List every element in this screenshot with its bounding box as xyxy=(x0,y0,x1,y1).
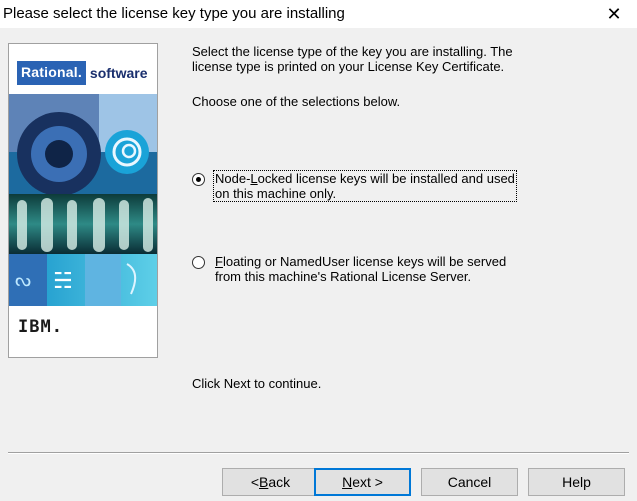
back-label-suffix: ack xyxy=(268,474,291,490)
continue-hint: Click Next to continue. xyxy=(192,376,322,391)
rational-banner: Rational. software ᔓ ☵ IBM. xyxy=(8,43,158,358)
close-icon: ✕ xyxy=(606,3,622,24)
floating-accelerator: F xyxy=(215,254,223,269)
floating-label[interactable]: Floating or NamedUser license keys will … xyxy=(214,254,507,284)
close-button[interactable]: ✕ xyxy=(591,0,637,28)
floating-option[interactable]: Floating or NamedUser license keys will … xyxy=(192,254,507,284)
choose-instruction: Choose one of the selections below. xyxy=(192,94,401,109)
floating-label-part: loating or NamedUser license keys will b… xyxy=(222,254,507,269)
next-button[interactable]: Next > xyxy=(314,468,411,496)
title-bar: Please select the license key type you a… xyxy=(0,0,637,28)
node-locked-accelerator: L xyxy=(250,171,258,186)
rational-software-logo: Rational. software xyxy=(17,61,148,85)
intro-line-2: license type is printed on your License … xyxy=(192,59,505,74)
node-locked-label-line2: on this machine only. xyxy=(215,186,337,201)
floating-label-line2: from this machine's Rational License Ser… xyxy=(215,269,472,284)
intro-line-1: Select the license type of the key you a… xyxy=(192,44,513,59)
footer-separator xyxy=(8,452,629,454)
next-accelerator: N xyxy=(342,474,353,490)
brand-rational: Rational. xyxy=(17,61,86,85)
node-locked-label-part1: Node- xyxy=(215,171,251,186)
back-label-prefix: < xyxy=(250,474,260,490)
help-button[interactable]: Help xyxy=(528,468,625,496)
back-button[interactable]: < Back xyxy=(222,468,319,496)
node-locked-option[interactable]: Node-Locked license keys will be install… xyxy=(192,170,517,202)
ibm-logo: IBM. xyxy=(18,317,63,337)
node-locked-radio[interactable] xyxy=(192,173,205,186)
svg-text:ᔓ: ᔓ xyxy=(15,270,31,291)
next-label-suffix: ext > xyxy=(352,474,383,490)
back-accelerator: B xyxy=(259,474,269,490)
node-locked-label-part2: ocked license keys will be installed and… xyxy=(257,171,515,186)
cancel-button[interactable]: Cancel xyxy=(421,468,518,496)
svg-text:☵: ☵ xyxy=(53,269,73,294)
dialog-title: Please select the license key type you a… xyxy=(3,5,345,22)
intro-text: Select the license type of the key you a… xyxy=(192,44,513,74)
brand-software: software xyxy=(89,65,148,81)
floating-radio[interactable] xyxy=(192,256,205,269)
banner-artwork: ᔓ ☵ xyxy=(9,94,157,306)
node-locked-label[interactable]: Node-Locked license keys will be install… xyxy=(213,170,517,202)
